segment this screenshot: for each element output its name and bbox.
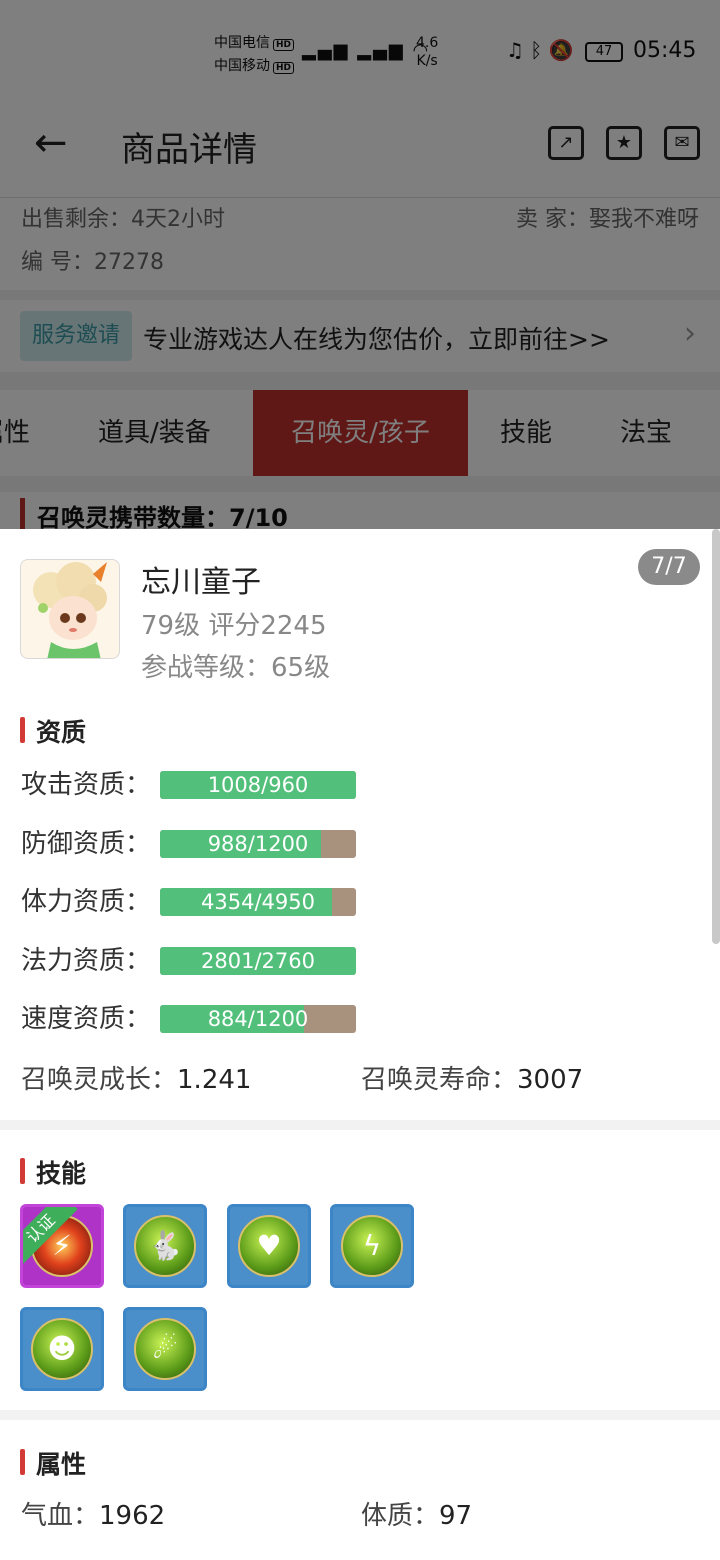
aptitude-label: 速度资质： [21, 1004, 152, 1034]
pet-name: 忘川童子 [141, 565, 261, 600]
growth-label: 召唤灵成长： [21, 1065, 178, 1095]
aptitude-bar: 2801/2760 [160, 947, 356, 975]
growth-value: 1.241 [177, 1065, 252, 1095]
life-value: 3007 [517, 1065, 584, 1095]
scrollbar[interactable] [712, 529, 720, 944]
skill-art: ϟ [341, 1215, 403, 1277]
pet-level-score: 79级 评分2245 [141, 611, 327, 641]
section-divider [0, 1410, 720, 1420]
con-value: 97 [439, 1501, 473, 1531]
pet-lifespan: 召唤灵寿命：3007 [361, 1059, 583, 1096]
hp-value: 1962 [99, 1501, 166, 1531]
aptitude-label: 法力资质： [21, 946, 152, 976]
aptitude-label: 防御资质： [21, 829, 152, 859]
aptitude-bar: 1008/960 [160, 771, 356, 799]
green-heart-skill-icon[interactable]: ♥ [227, 1204, 311, 1288]
aptitude-value: 884/1200 [207, 1007, 309, 1031]
skill-art: ♥ [238, 1215, 300, 1277]
pet-growth: 召唤灵成长：1.241 [21, 1059, 251, 1096]
cat-spirit-skill-icon[interactable]: ☻ [20, 1307, 104, 1391]
con-label: 体质： [361, 1501, 440, 1531]
aptitude-value: 988/1200 [207, 832, 309, 856]
aptitude-row: 攻击资质： 1008/960 [21, 769, 701, 801]
skill-art: ☄ [134, 1318, 196, 1380]
aptitude-value: 4354/4950 [201, 890, 315, 914]
aptitude-bar: 4354/4950 [160, 888, 356, 916]
pet-index-badge: 7/7 [638, 549, 700, 585]
fire-strike-skill-icon[interactable]: ⚡ 认证 [20, 1204, 104, 1288]
aptitude-bar: 884/1200 [160, 1005, 356, 1033]
dim-overlay[interactable] [0, 0, 720, 530]
rabbit-skill-icon[interactable]: 🐇 [123, 1204, 207, 1288]
aptitude-row: 防御资质： 988/1200 [21, 828, 701, 860]
aptitude-label: 攻击资质： [21, 770, 152, 800]
lightning-skill-icon[interactable]: ϟ [330, 1204, 414, 1288]
constitution-attribute: 体质：97 [361, 1495, 472, 1532]
pet-detail-sheet: 忘川童子 79级 评分2245 参战等级：65级 7/7 资质 攻击资质： 10… [0, 529, 720, 1560]
section-divider [0, 1120, 720, 1130]
skills-title: 技能 [20, 1154, 86, 1190]
aptitude-row: 速度资质： 884/1200 [21, 1003, 701, 1035]
hp-label: 气血： [21, 1501, 100, 1531]
aptitude-value: 1008/960 [207, 773, 309, 797]
aptitude-label: 体力资质： [21, 887, 152, 917]
meteor-skill-icon[interactable]: ☄ [123, 1307, 207, 1391]
aptitude-title: 资质 [20, 713, 86, 749]
pet-avatar [20, 559, 120, 659]
skill-art: 🐇 [134, 1215, 196, 1277]
aptitude-row: 体力资质： 4354/4950 [21, 886, 701, 918]
hp-attribute: 气血：1962 [21, 1495, 165, 1532]
pet-battle-level: 参战等级：65级 [141, 653, 331, 683]
pet-portrait-icon [33, 562, 107, 658]
attributes-title: 属性 [20, 1445, 86, 1481]
aptitude-row: 法力资质： 2801/2760 [21, 945, 701, 977]
aptitude-bar: 988/1200 [160, 830, 356, 858]
skill-art: ☻ [31, 1318, 93, 1380]
aptitude-value: 2801/2760 [201, 949, 315, 973]
life-label: 召唤灵寿命： [361, 1065, 518, 1095]
